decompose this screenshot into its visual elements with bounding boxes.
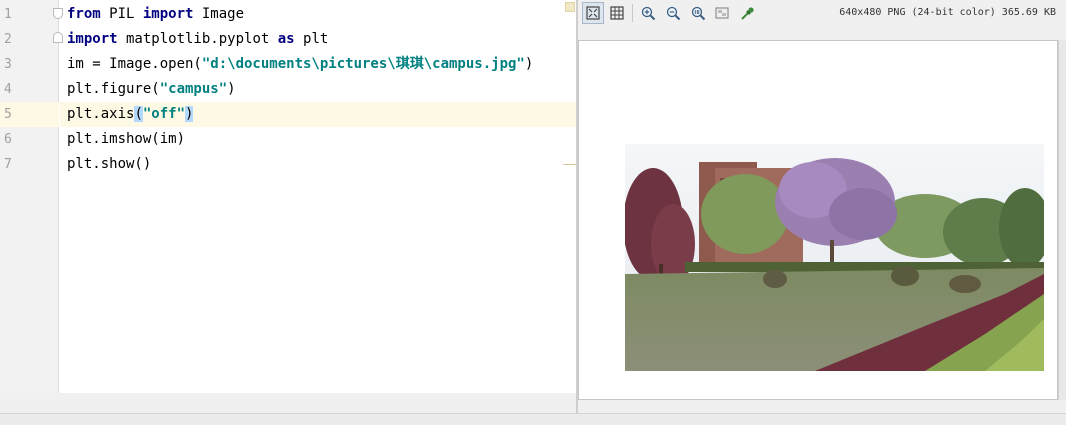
code-line[interactable]: plt.figure("campus")	[60, 77, 576, 102]
code-line-current[interactable]: plt.axis("off")	[60, 102, 576, 127]
zoom-in-icon[interactable]	[637, 2, 659, 24]
image-canvas[interactable]	[578, 40, 1058, 400]
code-token: "campus"	[159, 81, 228, 97]
code-line[interactable]: plt.imshow(im)	[60, 127, 576, 152]
line-number: 1	[4, 7, 12, 22]
line-number: 4	[4, 82, 12, 97]
image-toolbar: 640x480 PNG (24-bit color) 365.69 KB	[578, 0, 1066, 26]
code-token: "off"	[142, 106, 186, 122]
right-margin-mark	[563, 164, 576, 165]
color-picker-icon[interactable]	[736, 2, 758, 24]
code-line[interactable]: import matplotlib.pyplot as plt	[60, 27, 576, 52]
code-token: import	[142, 6, 194, 22]
code-token: )	[227, 81, 236, 97]
line-number: 2	[4, 32, 12, 47]
code-line[interactable]: from PIL import Image	[60, 2, 576, 27]
code-token: im = Image.open(	[67, 56, 202, 72]
code-token: (	[134, 106, 143, 122]
image-viewer-pane: 640x480 PNG (24-bit color) 365.69 KB	[578, 0, 1066, 413]
code-token: plt.figure(	[67, 81, 160, 97]
fit-to-window-icon[interactable]	[582, 2, 604, 24]
code-area[interactable]: from PIL import Image import matplotlib.…	[60, 0, 576, 393]
line-number: 7	[4, 157, 12, 172]
actual-size-icon[interactable]	[687, 2, 709, 24]
line-number: 5	[0, 102, 59, 127]
grid-icon[interactable]	[606, 2, 628, 24]
error-stripe-marker[interactable]	[565, 2, 575, 12]
image-info-label: 640x480 PNG (24-bit color) 365.69 KB	[839, 7, 1056, 18]
code-token: "d:\documents\pictures\琪琪\campus.jpg"	[201, 56, 525, 72]
viewer-scrollbar[interactable]	[1058, 40, 1066, 400]
line-number-gutter: 1 2 3 4 5 6 7	[0, 0, 63, 393]
background-icon[interactable]	[711, 2, 733, 24]
code-line[interactable]: plt.show()	[60, 152, 576, 177]
zoom-out-icon[interactable]	[662, 2, 684, 24]
status-bar	[0, 413, 1066, 425]
code-token: )	[524, 56, 534, 72]
code-token: from	[67, 6, 101, 22]
code-token: matplotlib.pyplot	[117, 31, 278, 47]
campus-photo	[625, 144, 1044, 371]
code-token: import	[67, 31, 118, 47]
code-token: plt	[294, 31, 329, 47]
code-line[interactable]: im = Image.open("d:\documents\pictures\琪…	[60, 52, 576, 77]
line-number: 3	[4, 57, 12, 72]
code-token: as	[277, 31, 295, 47]
code-editor[interactable]: 1 2 3 4 5 6 7 from PIL import Image impo…	[0, 0, 576, 393]
code-token: plt.show()	[67, 156, 152, 172]
code-token: )	[185, 106, 194, 122]
code-token: Image	[193, 6, 245, 22]
code-token: PIL	[100, 6, 143, 22]
code-token: plt.imshow(im)	[67, 131, 186, 147]
code-token: plt.axis	[67, 106, 135, 122]
line-number: 6	[4, 132, 12, 147]
